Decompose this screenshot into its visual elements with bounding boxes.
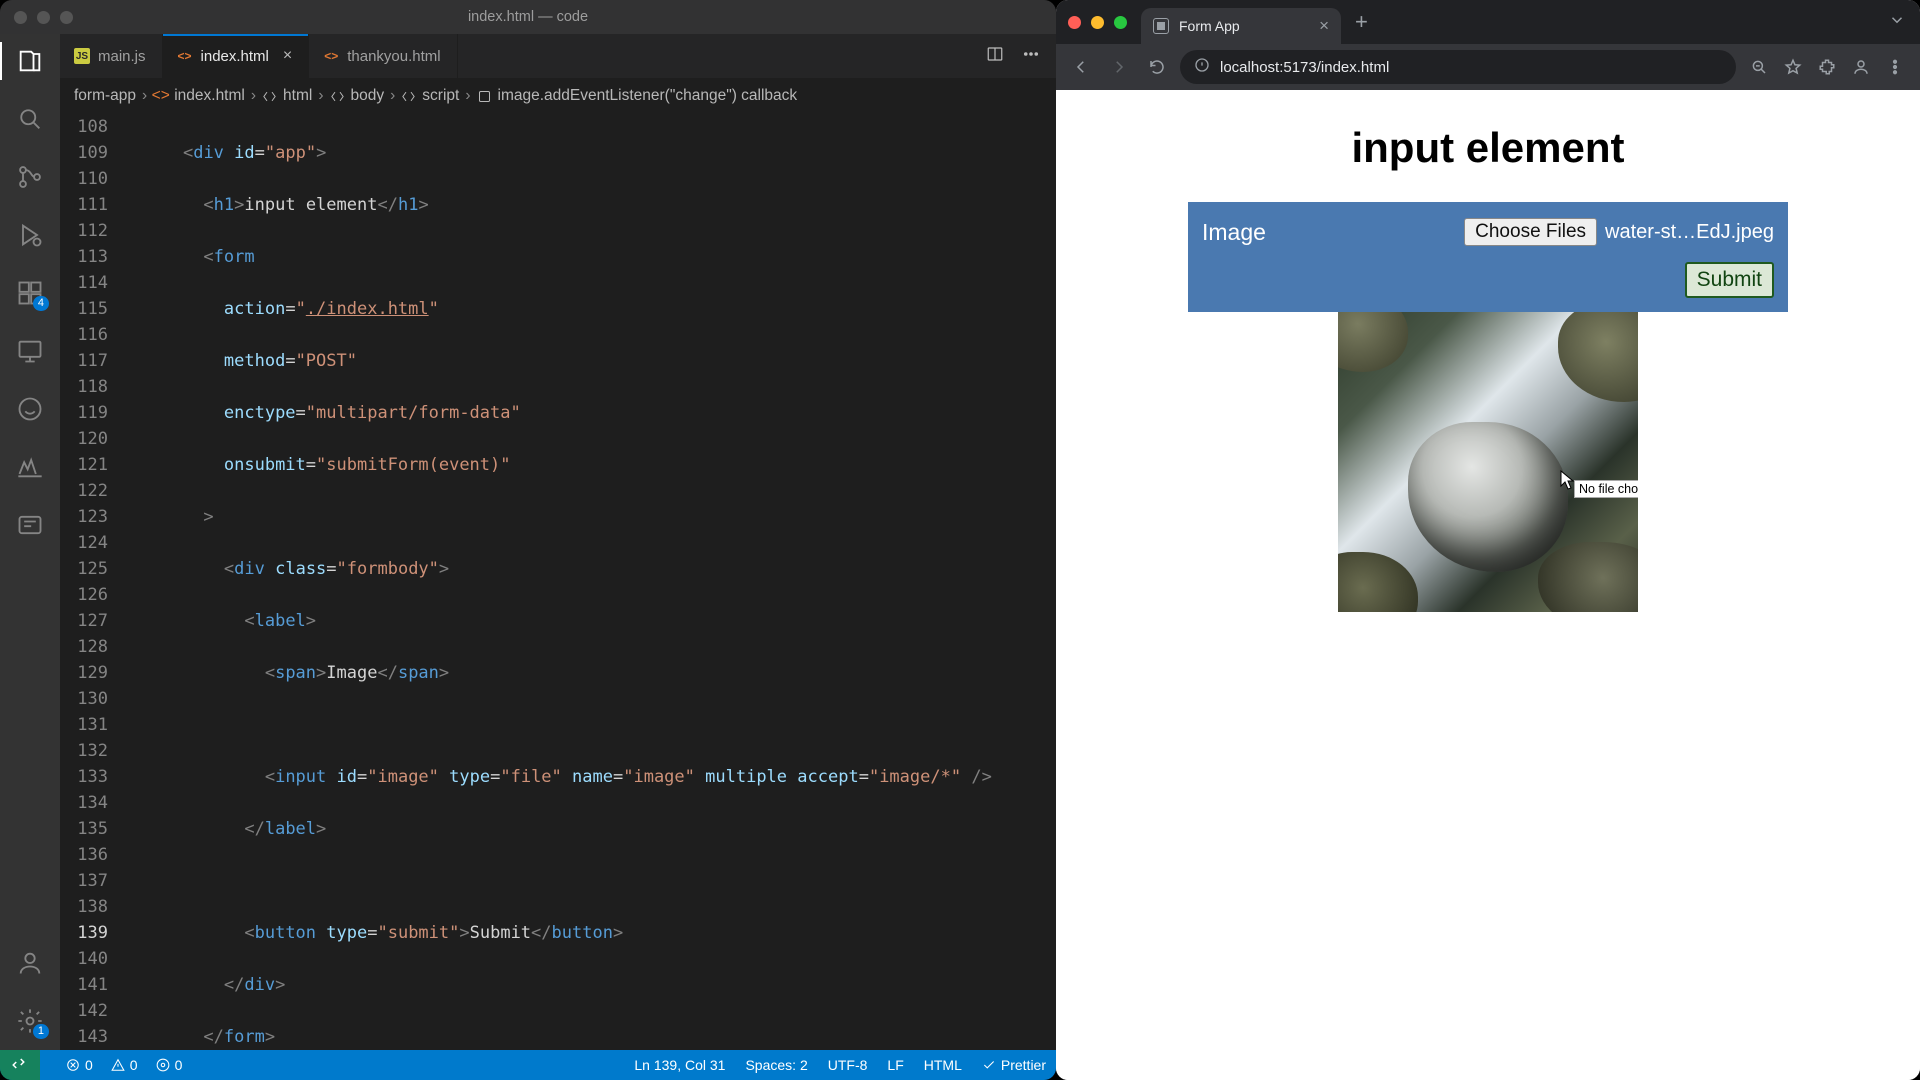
reload-button[interactable] [1142,52,1172,82]
settings-badge: 1 [33,1024,49,1039]
tab-label: main.js [98,48,146,65]
window-zoom-icon[interactable] [1114,16,1127,29]
vscode-titlebar: index.html — code [0,0,1056,34]
extensions-badge: 4 [33,296,49,311]
window-close-icon[interactable] [14,11,27,24]
status-warnings[interactable]: 0 [111,1057,138,1073]
tab-title: Form App [1179,18,1240,34]
extensions-puzzle-icon[interactable] [1812,52,1842,82]
vscode-window: index.html — code 4 1 [0,0,1056,1080]
site-info-icon[interactable] [1194,57,1210,77]
close-icon[interactable]: × [1319,16,1329,36]
html-file-icon: <> [153,89,168,104]
editor-actions [986,34,1056,78]
html-file-icon: <> [177,48,193,64]
submit-button[interactable]: Submit [1685,262,1774,298]
browser-toolbar: localhost:5173/index.html [1056,44,1920,90]
url-text: localhost:5173/index.html [1220,59,1389,76]
tab-search-icon[interactable] [1874,11,1920,34]
profile-avatar-icon[interactable] [1846,52,1876,82]
symbol-icon [262,89,277,104]
search-icon[interactable] [15,104,45,134]
zoom-icon[interactable] [1744,52,1774,82]
selected-filename: water-st…EdJ.jpeg [1605,221,1774,244]
window-zoom-icon[interactable] [60,11,73,24]
tab-label: index.html [201,48,269,65]
breadcrumb-item: image.addEventListener("change") callbac… [477,87,798,105]
window-traffic-lights[interactable] [0,11,73,24]
forward-button[interactable] [1104,52,1134,82]
status-indent[interactable]: Spaces: 2 [745,1057,807,1073]
settings-gear-icon[interactable]: 1 [15,1006,45,1036]
code-content[interactable]: <div id="app"> <h1>input element</h1> <f… [132,114,1056,1050]
explorer-icon[interactable] [15,46,45,76]
page-heading: input element [1351,124,1624,172]
editor-area: JS main.js <> index.html × <> thankyou.h… [60,34,1056,1050]
symbol-icon [330,89,345,104]
breadcrumb-item: body [330,87,385,105]
more-actions-icon[interactable] [1022,45,1040,68]
sidebar-extra-2-icon[interactable] [15,452,45,482]
field-label: Image [1202,219,1266,246]
chrome-menu-icon[interactable] [1880,52,1910,82]
form-container: Image Choose Files water-st…EdJ.jpeg Sub… [1188,202,1788,312]
status-bar: 0 0 0 Ln 139, Col 31 Spaces: 2 UTF-8 LF … [0,1050,1056,1080]
line-number-gutter: 1081091101111121131141151161171181191201… [60,114,132,1050]
html-file-icon: <> [323,48,339,64]
window-close-icon[interactable] [1068,16,1081,29]
image-preview: No file chosen [1338,312,1638,612]
status-prettier[interactable]: Prettier [982,1057,1046,1073]
window-minimize-icon[interactable] [37,11,50,24]
mouse-cursor-icon [1560,470,1574,490]
accounts-icon[interactable] [15,948,45,978]
tab-bar: JS main.js <> index.html × <> thankyou.h… [60,34,1056,78]
breadcrumb-item: html [262,87,312,105]
breadcrumb-item: script [401,87,459,105]
sidebar-extra-3-icon[interactable] [15,510,45,540]
status-cursor[interactable]: Ln 139, Col 31 [634,1057,725,1073]
close-icon[interactable]: × [283,47,292,65]
breadcrumbs[interactable]: form-app › <>index.html › html › body › … [60,78,1056,114]
tab-label: thankyou.html [347,48,440,65]
page-viewport: input element Image Choose Files water-s… [1056,90,1920,1080]
status-errors[interactable]: 0 [66,1057,93,1073]
sidebar-extra-1-icon[interactable] [15,394,45,424]
new-tab-button[interactable]: + [1341,9,1382,35]
symbol-icon [401,89,416,104]
breadcrumb-item: form-app [74,87,136,105]
code-editor[interactable]: 1081091101111121131141151161171181191201… [60,114,1056,1050]
source-control-icon[interactable] [15,162,45,192]
status-eol[interactable]: LF [887,1057,903,1073]
choose-files-button[interactable]: Choose Files [1464,218,1597,246]
file-input-tooltip: No file chosen [1574,480,1638,498]
window-minimize-icon[interactable] [1091,16,1104,29]
breadcrumb-item: <>index.html [153,87,245,105]
back-button[interactable] [1066,52,1096,82]
status-language[interactable]: HTML [924,1057,962,1073]
remote-explorer-icon[interactable] [15,336,45,366]
vscode-title: index.html — code [0,9,1056,25]
activity-bar: 4 1 [0,34,60,1050]
chrome-window: Form App × + localhost:5173/index.html [1056,0,1920,1080]
split-editor-icon[interactable] [986,45,1004,68]
extensions-icon[interactable]: 4 [15,278,45,308]
status-encoding[interactable]: UTF-8 [828,1057,868,1073]
remote-indicator-icon[interactable] [0,1050,40,1080]
bookmark-star-icon[interactable] [1778,52,1808,82]
chrome-tab-strip: Form App × + [1056,0,1920,44]
status-ports[interactable]: 0 [156,1057,183,1073]
tab-index-html[interactable]: <> index.html × [163,34,310,78]
favicon-icon [1153,18,1169,34]
tab-thankyou-html[interactable]: <> thankyou.html [309,34,457,78]
browser-tab[interactable]: Form App × [1141,8,1341,44]
run-debug-icon[interactable] [15,220,45,250]
window-traffic-lights[interactable] [1068,16,1141,29]
js-file-icon: JS [74,48,90,64]
tab-main-js[interactable]: JS main.js [60,34,163,78]
address-bar[interactable]: localhost:5173/index.html [1180,50,1736,84]
symbol-icon [477,89,492,104]
